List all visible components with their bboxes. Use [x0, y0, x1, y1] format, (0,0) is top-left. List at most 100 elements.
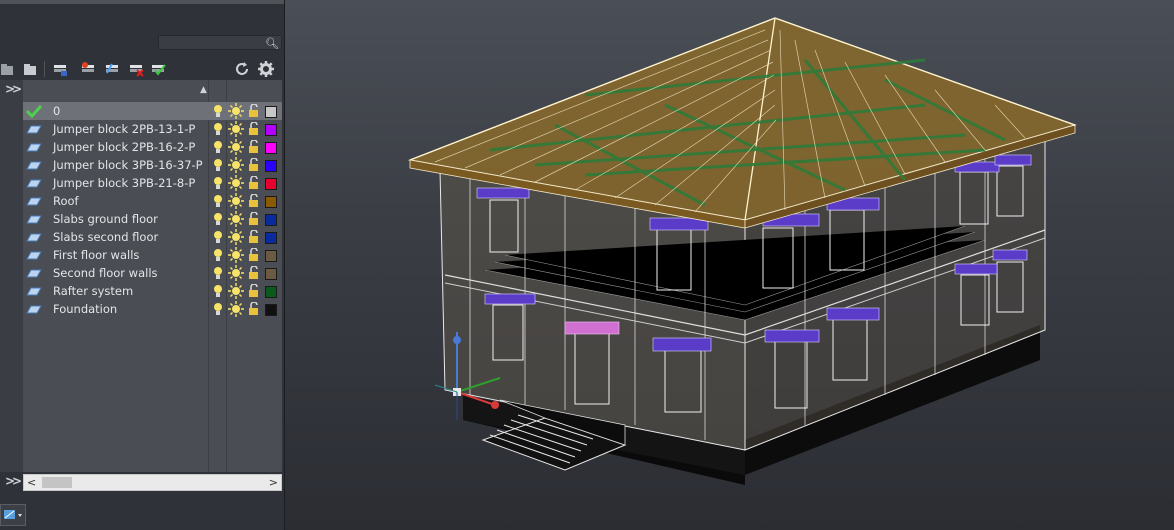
layer-sheet-icon — [26, 143, 42, 152]
sun-icon[interactable] — [228, 193, 244, 209]
sun-icon[interactable] — [228, 211, 244, 227]
scrollbar-thumb[interactable] — [42, 477, 72, 488]
layer-states-icon[interactable] — [104, 61, 120, 77]
layer-row[interactable]: Jumper block 3PB-16-37-P — [23, 156, 282, 174]
lock-icon[interactable] — [248, 194, 260, 208]
layer-name[interactable]: Jumper block 2PB-13-1-P — [53, 120, 195, 138]
sun-icon[interactable] — [228, 301, 244, 317]
gear-icon[interactable] — [258, 61, 274, 77]
lock-icon[interactable] — [248, 122, 260, 136]
layer-name[interactable]: Jumper block 2PB-16-2-P — [53, 138, 195, 156]
lock-icon[interactable] — [248, 104, 260, 118]
layer-name[interactable]: Roof — [53, 192, 79, 210]
lightbulb-icon[interactable] — [213, 302, 223, 316]
lock-icon[interactable] — [248, 212, 260, 226]
double-chevron-icon[interactable]: >> — [5, 474, 22, 488]
layer-name[interactable]: Jumper block 3PB-21-8-P — [53, 174, 195, 192]
lightbulb-icon[interactable] — [213, 248, 223, 262]
column-header: ▲ — [23, 80, 282, 103]
layer-color-swatch[interactable] — [265, 196, 277, 208]
lightbulb-icon[interactable] — [213, 104, 223, 118]
layer-row[interactable]: Jumper block 3PB-21-8-P — [23, 174, 282, 192]
layer-toolbar — [0, 58, 284, 80]
layer-list: ▲ 0 Jumper block 2PB-13-1-P Jumper block 2… — [23, 80, 282, 472]
sun-icon[interactable] — [228, 175, 244, 191]
lock-icon[interactable] — [248, 176, 260, 190]
layer-color-swatch[interactable] — [265, 124, 277, 136]
magnifier-icon[interactable]: 🔍︎ — [265, 36, 279, 51]
lock-icon[interactable] — [248, 248, 260, 262]
lightbulb-icon[interactable] — [213, 140, 223, 154]
lock-icon[interactable] — [248, 266, 260, 280]
sun-icon[interactable] — [228, 121, 244, 137]
layer-color-swatch[interactable] — [265, 232, 277, 244]
lightbulb-icon[interactable] — [213, 266, 223, 280]
layer-row[interactable]: 0 — [23, 102, 282, 120]
layer-color-swatch[interactable] — [265, 214, 277, 226]
lightbulb-icon[interactable] — [213, 194, 223, 208]
lock-icon[interactable] — [248, 140, 260, 154]
layer-name[interactable]: Foundation — [53, 300, 117, 318]
lightbulb-icon[interactable] — [213, 158, 223, 172]
layer-name[interactable]: First floor walls — [53, 246, 139, 264]
layer-color-swatch[interactable] — [265, 160, 277, 172]
3d-viewport[interactable] — [285, 0, 1174, 530]
layer-row[interactable]: Slabs second floor — [23, 228, 282, 246]
sun-icon[interactable] — [228, 229, 244, 245]
layer-color-swatch[interactable] — [265, 142, 277, 154]
layer-row[interactable]: Jumper block 2PB-13-1-P — [23, 120, 282, 138]
layer-dropdown-icon — [4, 510, 22, 519]
layer-color-swatch[interactable] — [265, 250, 277, 262]
sort-arrow-icon[interactable]: ▲ — [200, 85, 207, 95]
layer-row[interactable]: Roof — [23, 192, 282, 210]
double-chevron-icon[interactable]: >> — [5, 82, 22, 96]
layer-name[interactable]: 0 — [53, 102, 60, 120]
layer-row[interactable]: Slabs ground floor — [23, 210, 282, 228]
layer-color-swatch[interactable] — [265, 178, 277, 190]
layer-color-swatch[interactable] — [265, 106, 277, 118]
layer-row[interactable]: First floor walls — [23, 246, 282, 264]
lightbulb-icon[interactable] — [213, 212, 223, 226]
layer-name[interactable]: Second floor walls — [53, 264, 158, 282]
layer-name[interactable]: Slabs second floor — [53, 228, 158, 246]
layer-color-swatch[interactable] — [265, 268, 277, 280]
layer-color-swatch[interactable] — [265, 286, 277, 298]
layer-row[interactable]: Jumper block 2PB-16-2-P — [23, 138, 282, 156]
lightbulb-icon[interactable] — [213, 284, 223, 298]
layer-color-swatch[interactable] — [265, 304, 277, 316]
new-layer-group-icon[interactable] — [0, 61, 16, 77]
layer-search-input[interactable]: 🔍︎ — [158, 35, 282, 50]
current-layer-check-icon — [25, 104, 43, 118]
sun-icon[interactable] — [228, 139, 244, 155]
sun-icon[interactable] — [228, 283, 244, 299]
lock-icon[interactable] — [248, 302, 260, 316]
refresh-icon[interactable] — [234, 61, 250, 77]
sun-icon[interactable] — [228, 247, 244, 263]
lock-icon[interactable] — [248, 284, 260, 298]
delete-layer-icon[interactable] — [128, 61, 144, 77]
lightbulb-icon[interactable] — [213, 230, 223, 244]
layer-name[interactable]: Jumper block 3PB-16-37-P — [53, 156, 203, 174]
new-layer-vp-frozen-icon[interactable] — [80, 61, 96, 77]
lightbulb-icon[interactable] — [213, 122, 223, 136]
layer-sheet-icon — [26, 197, 42, 206]
layer-row[interactable]: Rafter system — [23, 282, 282, 300]
layer-name[interactable]: Slabs ground floor — [53, 210, 158, 228]
horizontal-scrollbar[interactable]: < > — [23, 474, 282, 491]
layer-row[interactable]: Second floor walls — [23, 264, 282, 282]
lock-icon[interactable] — [248, 158, 260, 172]
layer-row[interactable]: Foundation — [23, 300, 282, 318]
sun-icon[interactable] — [228, 157, 244, 173]
scroll-right-icon[interactable]: > — [269, 475, 278, 490]
set-current-layer-icon[interactable] — [150, 61, 166, 77]
lightbulb-icon[interactable] — [213, 176, 223, 190]
layer-sheet-icon — [26, 161, 42, 170]
new-layer-icon[interactable] — [52, 61, 68, 77]
layer-name[interactable]: Rafter system — [53, 282, 133, 300]
folder-icon[interactable] — [22, 61, 38, 77]
scroll-left-icon[interactable]: < — [27, 475, 36, 490]
lock-icon[interactable] — [248, 230, 260, 244]
sun-icon[interactable] — [228, 265, 244, 281]
sun-icon[interactable] — [228, 103, 244, 119]
layer-settings-dropdown[interactable] — [0, 504, 26, 526]
